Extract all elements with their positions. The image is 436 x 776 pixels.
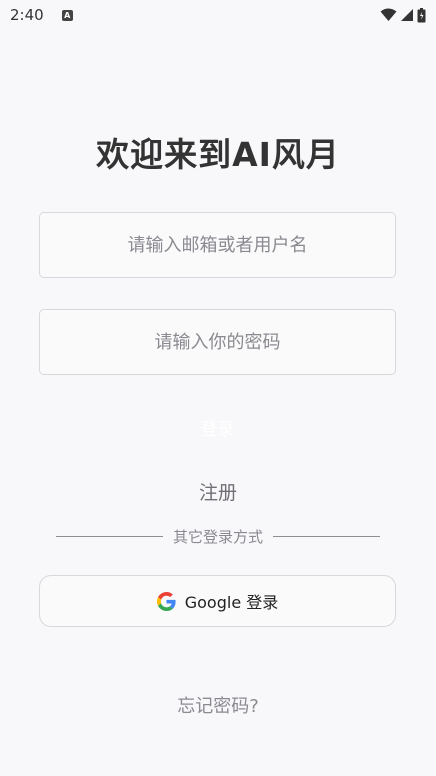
other-login-divider: 其它登录方式	[56, 526, 381, 547]
password-field[interactable]	[39, 309, 396, 375]
page-title: 欢迎来到AI风月	[96, 135, 340, 174]
status-icons	[380, 7, 426, 23]
google-login-button[interactable]: Google 登录	[39, 575, 396, 627]
cellular-signal-icon	[401, 9, 413, 21]
divider-text: 其它登录方式	[173, 528, 264, 546]
forgot-password-link[interactable]: 忘记密码?	[0, 692, 436, 718]
register-link[interactable]: 注册	[0, 478, 436, 505]
status-left: 2:40 A	[10, 6, 73, 24]
login-button[interactable]: 登录	[39, 408, 396, 446]
divider-line-right	[273, 536, 381, 537]
status-bar: 2:40 A	[0, 0, 436, 30]
email-username-field[interactable]	[39, 212, 396, 278]
wifi-icon	[380, 8, 397, 21]
notification-icon: A	[61, 9, 73, 21]
status-time: 2:40	[10, 6, 44, 24]
login-screen: 2:40 A 欢迎来到AI风月 登录 注册 其它登录方式	[0, 0, 436, 776]
password-input[interactable]	[40, 309, 395, 375]
divider-line-left	[56, 536, 163, 537]
google-logo-icon	[156, 591, 176, 611]
google-login-label: Google 登录	[184, 593, 279, 612]
battery-icon	[417, 7, 426, 22]
email-username-input[interactable]	[40, 212, 395, 278]
